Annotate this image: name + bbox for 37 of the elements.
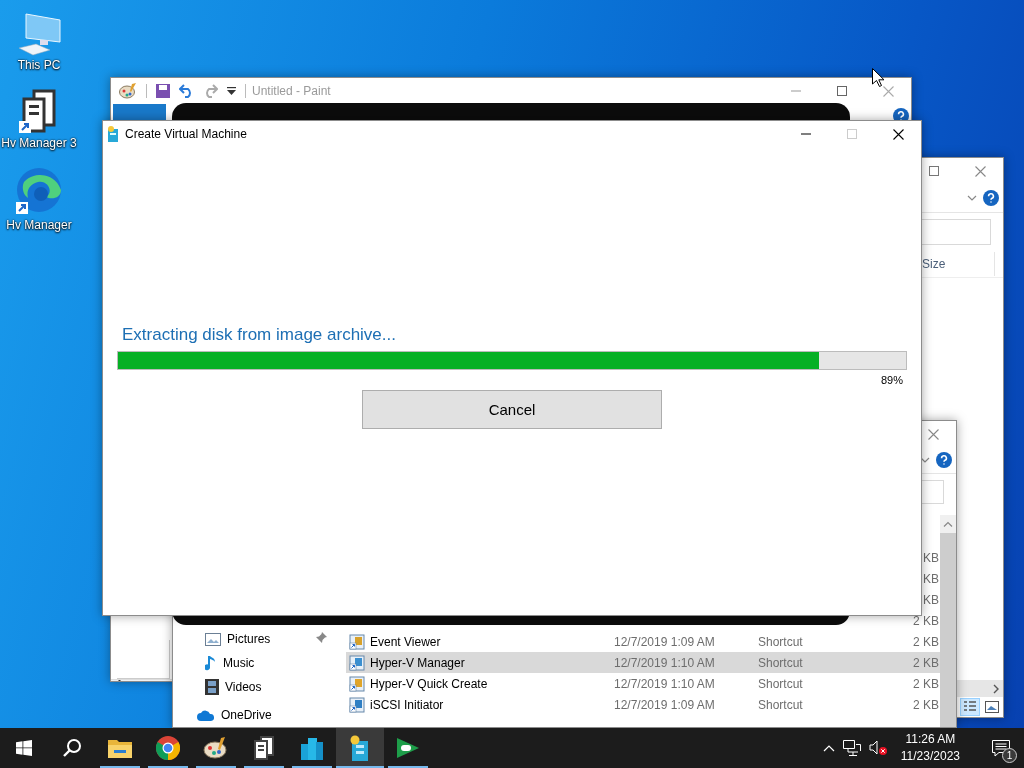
file-name: Hyper-V Manager (370, 655, 465, 670)
clock-date[interactable]: 11/23/2023 (900, 748, 960, 765)
window-title: Untitled - Paint (252, 84, 331, 98)
file-date: 12/7/2019 1:09 AM (614, 634, 716, 649)
nav-item[interactable]: OneDrive (221, 708, 272, 722)
file-row[interactable]: Hyper-V Manager 12/7/2019 1:10 AM Shortcut 2 KB (346, 652, 940, 673)
file-date: 12/7/2019 1:10 AM (614, 676, 716, 691)
file-size: 2 KB (912, 655, 940, 670)
clock-time[interactable]: 11:26 AM (905, 731, 956, 748)
nav-item[interactable]: Pictures (227, 632, 271, 646)
file-size: 2 KB (912, 613, 940, 628)
file-date: 12/7/2019 1:09 AM (614, 697, 716, 712)
window-title: Create Virtual Machine (125, 127, 247, 141)
file-size: KB (922, 571, 940, 586)
file-row[interactable]: iSCSI Initiator 12/7/2019 1:09 AM Shortcut 2 KB (346, 694, 940, 715)
nav-item[interactable]: Videos (225, 680, 262, 694)
status-message: Extracting disk from image archive... (122, 325, 397, 345)
file-size: 2 KB (912, 697, 940, 712)
file-type: Shortcut (758, 634, 804, 649)
file-type: Shortcut (758, 697, 804, 712)
file-type: Shortcut (758, 655, 804, 670)
file-name: iSCSI Initiator (370, 697, 444, 712)
file-size: 2 KB (912, 676, 940, 691)
cancel-button[interactable]: Cancel (362, 390, 662, 429)
file-row[interactable]: Hyper-V Quick Create 12/7/2019 1:10 AM Shortcut 2 KB (346, 673, 940, 694)
file-size: KB (922, 550, 940, 565)
file-size: KB (922, 592, 940, 607)
nav-item[interactable]: Music (223, 656, 255, 670)
notification-count: 1 (1002, 748, 1017, 763)
file-date: 12/7/2019 1:10 AM (614, 655, 716, 670)
file-name: Event Viewer (370, 634, 441, 649)
column-header[interactable]: Size (922, 257, 982, 271)
file-type: Shortcut (758, 676, 804, 691)
file-row[interactable]: Event Viewer 12/7/2019 1:09 AM Shortcut 2 KB (346, 631, 940, 652)
file-name: Hyper-V Quick Create (370, 676, 488, 691)
file-size: 2 KB (912, 634, 940, 649)
progress-percent: 89% (880, 374, 903, 386)
